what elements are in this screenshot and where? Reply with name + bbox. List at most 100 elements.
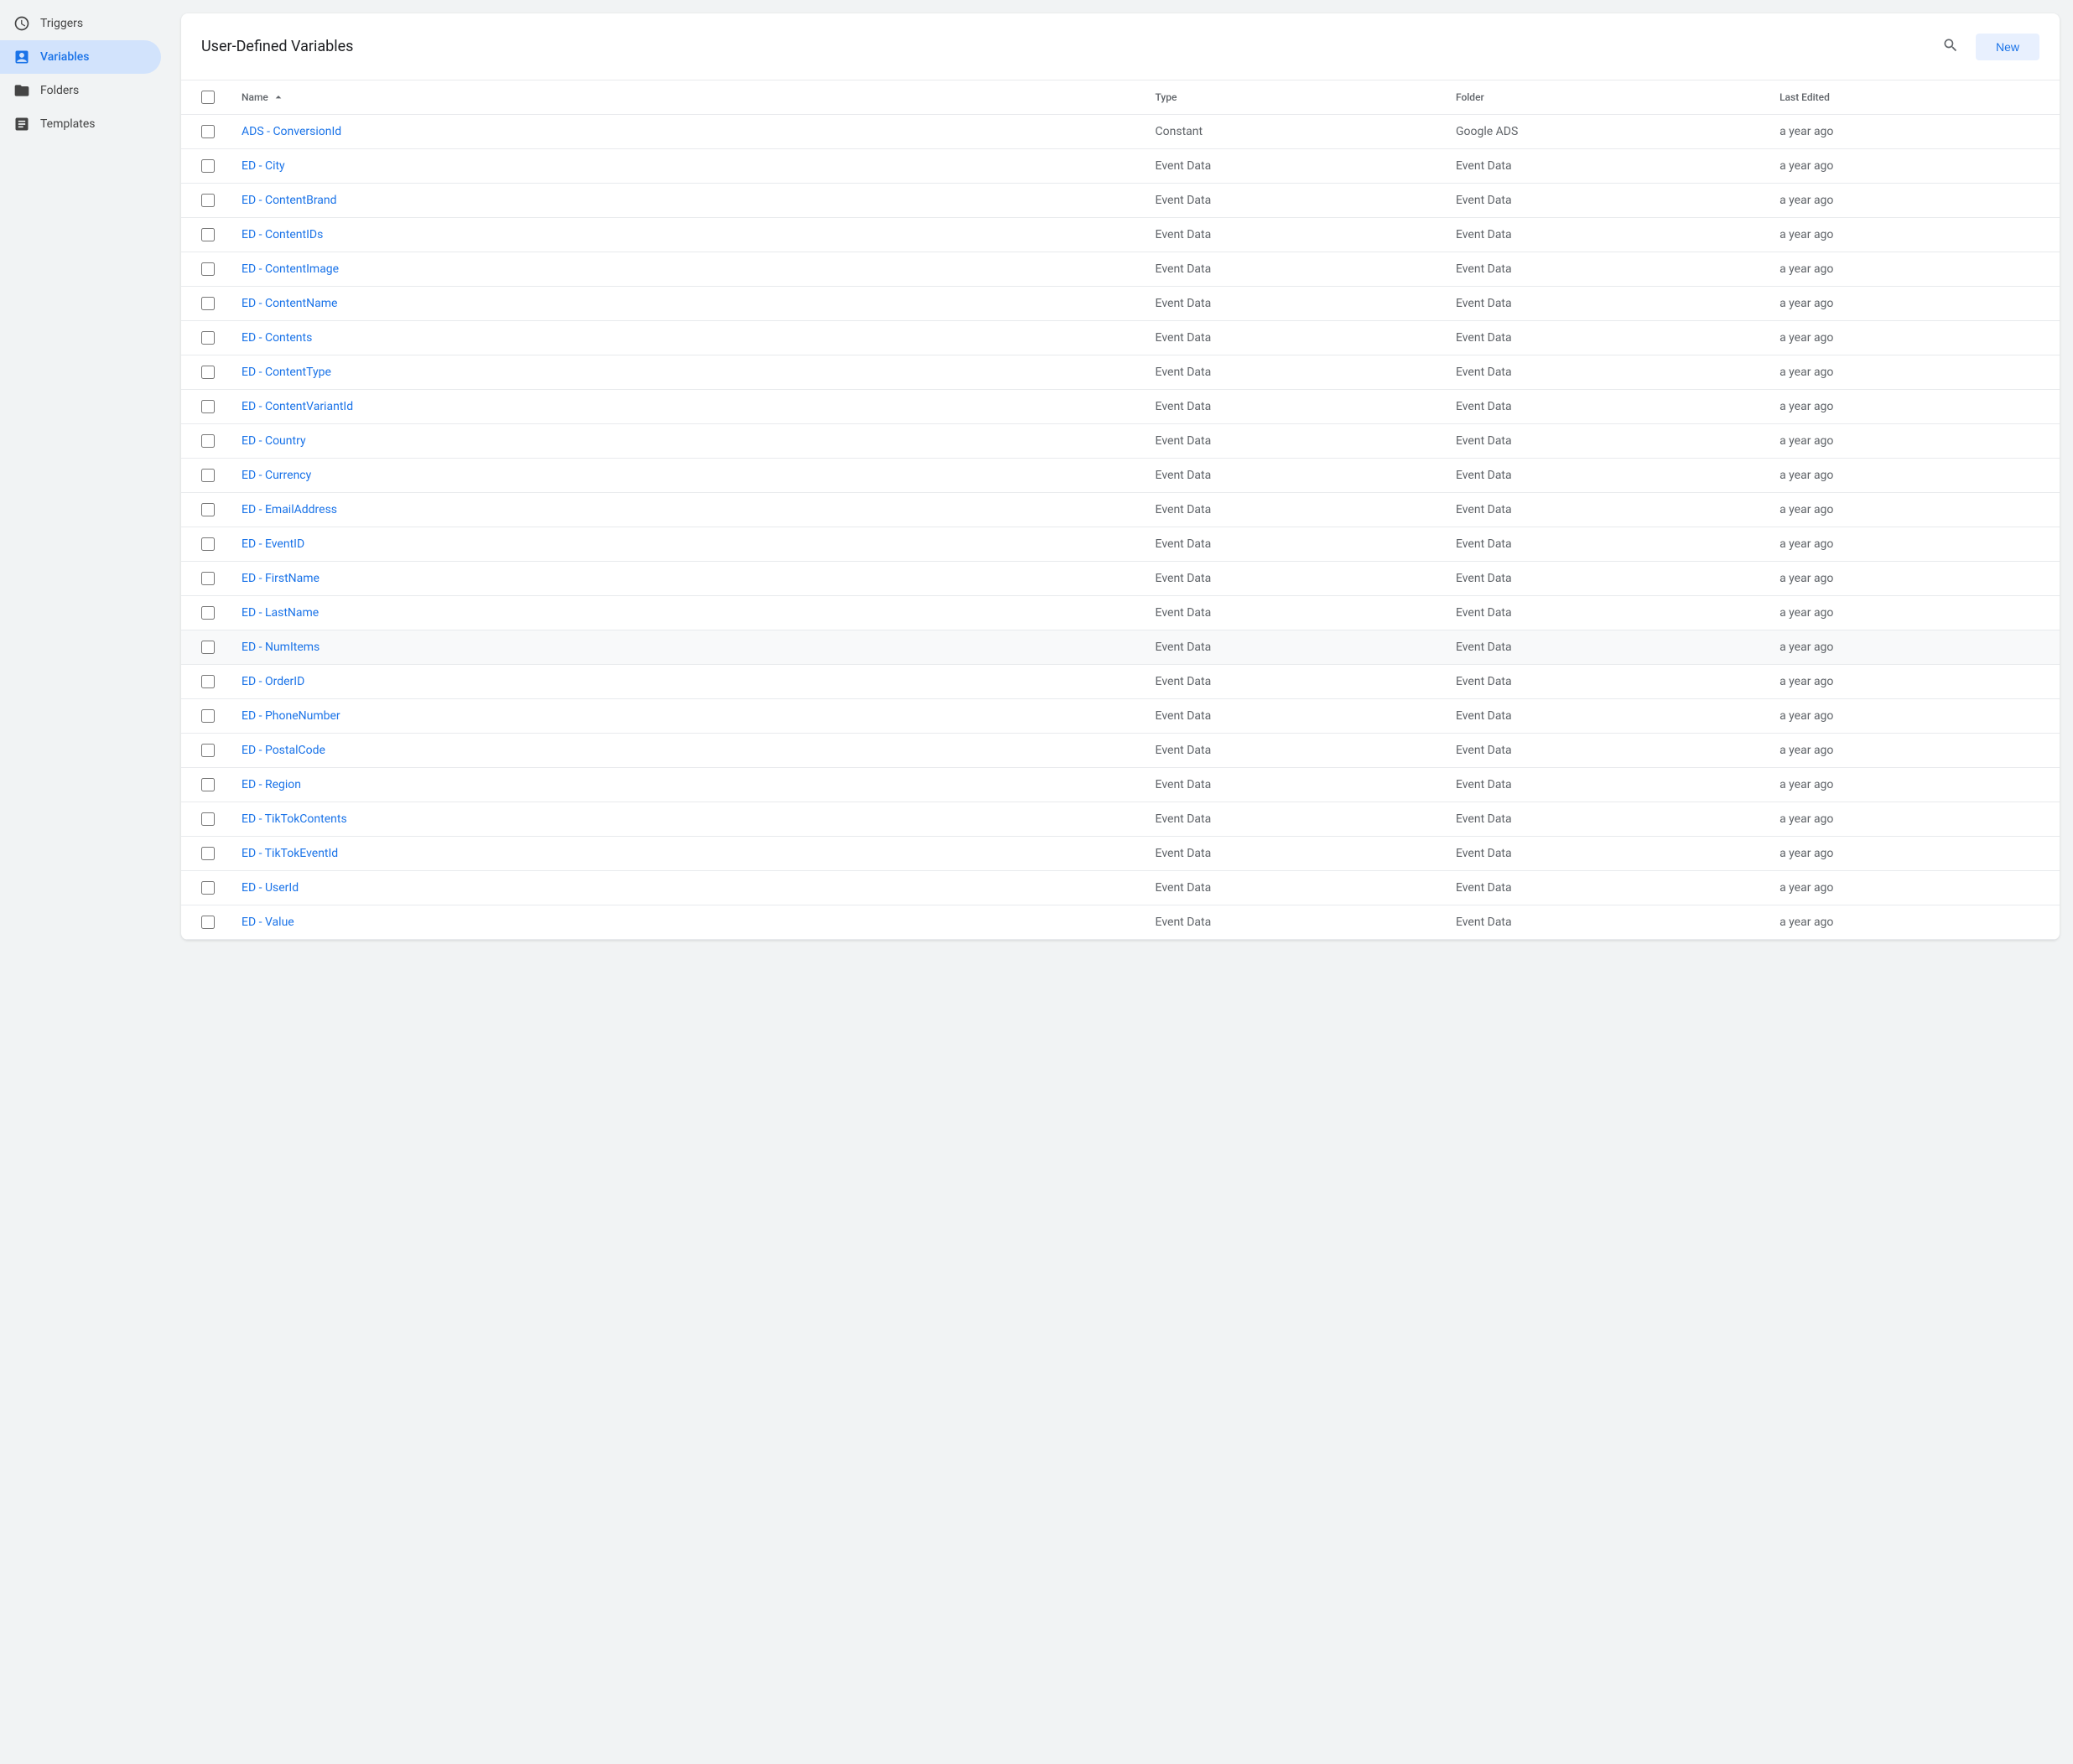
- row-checkbox-cell[interactable]: [181, 734, 228, 768]
- row-checkbox[interactable]: [201, 297, 215, 310]
- row-checkbox-cell[interactable]: [181, 115, 228, 149]
- row-checkbox-cell[interactable]: [181, 699, 228, 734]
- row-checkbox-cell[interactable]: [181, 321, 228, 355]
- variable-link[interactable]: ED - Value: [242, 916, 294, 929]
- row-checkbox[interactable]: [201, 469, 215, 482]
- row-checkbox[interactable]: [201, 503, 215, 516]
- row-checkbox[interactable]: [201, 847, 215, 860]
- row-checkbox-cell[interactable]: [181, 149, 228, 184]
- variable-link[interactable]: ED - EventID: [242, 537, 304, 551]
- row-checkbox[interactable]: [201, 709, 215, 723]
- row-checkbox-cell[interactable]: [181, 218, 228, 252]
- sidebar-item-folders-label: Folders: [40, 84, 79, 97]
- select-all-checkbox[interactable]: [201, 91, 215, 104]
- variable-link[interactable]: ED - ContentType: [242, 366, 331, 379]
- variable-link[interactable]: ED - Country: [242, 434, 306, 448]
- variable-link[interactable]: ED - Contents: [242, 331, 312, 345]
- row-checkbox[interactable]: [201, 228, 215, 241]
- row-checkbox-cell[interactable]: [181, 871, 228, 905]
- row-checkbox[interactable]: [201, 400, 215, 413]
- variable-link[interactable]: ED - City: [242, 159, 285, 173]
- variable-link[interactable]: ED - FirstName: [242, 572, 320, 585]
- row-name-cell: ED - PostalCode: [228, 734, 1142, 768]
- row-last-edited-cell: a year ago: [1766, 424, 2060, 459]
- variable-link[interactable]: ED - TikTokContents: [242, 812, 347, 826]
- variable-link[interactable]: ED - PhoneNumber: [242, 709, 340, 723]
- row-checkbox-cell[interactable]: [181, 493, 228, 527]
- row-checkbox[interactable]: [201, 675, 215, 688]
- row-checkbox-cell[interactable]: [181, 184, 228, 218]
- row-checkbox[interactable]: [201, 641, 215, 654]
- variable-link[interactable]: ED - TikTokEventId: [242, 847, 338, 860]
- row-checkbox-cell[interactable]: [181, 905, 228, 940]
- row-name-cell: ED - Region: [228, 768, 1142, 802]
- row-checkbox[interactable]: [201, 194, 215, 207]
- variable-link[interactable]: ED - EmailAddress: [242, 503, 337, 516]
- row-checkbox[interactable]: [201, 744, 215, 757]
- variable-link[interactable]: ED - ContentVariantId: [242, 400, 353, 413]
- row-folder-cell: Event Data: [1442, 459, 1766, 493]
- variable-link[interactable]: ED - ContentName: [242, 297, 337, 310]
- row-checkbox-cell[interactable]: [181, 665, 228, 699]
- variable-link[interactable]: ED - UserId: [242, 881, 299, 895]
- row-type-cell: Event Data: [1142, 905, 1442, 940]
- row-checkbox[interactable]: [201, 159, 215, 173]
- sidebar-item-variables[interactable]: Variables: [0, 40, 161, 74]
- name-column-header[interactable]: Name: [228, 80, 1142, 115]
- row-checkbox-cell[interactable]: [181, 562, 228, 596]
- table-body: ADS - ConversionIdConstantGoogle ADSa ye…: [181, 115, 2060, 940]
- variable-link[interactable]: ED - Region: [242, 778, 301, 791]
- row-last-edited-cell: a year ago: [1766, 562, 2060, 596]
- variable-link[interactable]: ED - NumItems: [242, 641, 320, 654]
- row-name-cell: ED - LastName: [228, 596, 1142, 630]
- row-checkbox[interactable]: [201, 331, 215, 345]
- table-row: ED - CityEvent DataEvent Dataa year ago: [181, 149, 2060, 184]
- row-checkbox-cell[interactable]: [181, 459, 228, 493]
- search-button[interactable]: [1935, 30, 1966, 63]
- row-checkbox-cell[interactable]: [181, 596, 228, 630]
- row-checkbox[interactable]: [201, 881, 215, 895]
- variable-link[interactable]: ED - ContentIDs: [242, 228, 323, 241]
- variable-link[interactable]: ADS - ConversionId: [242, 125, 341, 138]
- row-name-cell: ED - ContentImage: [228, 252, 1142, 287]
- row-checkbox-cell[interactable]: [181, 527, 228, 562]
- sidebar-item-folders[interactable]: Folders: [0, 74, 161, 107]
- row-checkbox[interactable]: [201, 434, 215, 448]
- table-row: ED - ContentNameEvent DataEvent Dataa ye…: [181, 287, 2060, 321]
- row-checkbox[interactable]: [201, 778, 215, 791]
- variable-link[interactable]: ED - PostalCode: [242, 744, 325, 757]
- row-checkbox[interactable]: [201, 916, 215, 929]
- variable-link[interactable]: ED - ContentBrand: [242, 194, 337, 207]
- row-checkbox[interactable]: [201, 812, 215, 826]
- row-checkbox-cell[interactable]: [181, 630, 228, 665]
- variable-link[interactable]: ED - Currency: [242, 469, 311, 482]
- sidebar-item-templates[interactable]: Templates: [0, 107, 161, 141]
- row-checkbox-cell[interactable]: [181, 837, 228, 871]
- row-checkbox-cell[interactable]: [181, 424, 228, 459]
- row-checkbox[interactable]: [201, 366, 215, 379]
- row-checkbox[interactable]: [201, 572, 215, 585]
- new-button[interactable]: New: [1976, 34, 2039, 60]
- sidebar-item-triggers[interactable]: Triggers: [0, 7, 161, 40]
- sidebar-item-variables-label: Variables: [40, 50, 89, 64]
- select-all-header[interactable]: [181, 80, 228, 115]
- row-checkbox-cell[interactable]: [181, 390, 228, 424]
- table-row: ED - LastNameEvent DataEvent Dataa year …: [181, 596, 2060, 630]
- row-checkbox-cell[interactable]: [181, 287, 228, 321]
- row-checkbox[interactable]: [201, 125, 215, 138]
- table-row: ADS - ConversionIdConstantGoogle ADSa ye…: [181, 115, 2060, 149]
- variable-link[interactable]: ED - OrderID: [242, 675, 304, 688]
- row-checkbox[interactable]: [201, 537, 215, 551]
- table-row: ED - ContentImageEvent DataEvent Dataa y…: [181, 252, 2060, 287]
- row-checkbox-cell[interactable]: [181, 802, 228, 837]
- row-checkbox[interactable]: [201, 262, 215, 276]
- row-checkbox-cell[interactable]: [181, 768, 228, 802]
- row-checkbox-cell[interactable]: [181, 355, 228, 390]
- row-type-cell: Event Data: [1142, 768, 1442, 802]
- card-header: User-Defined Variables New: [181, 13, 2060, 80]
- row-checkbox[interactable]: [201, 606, 215, 620]
- row-checkbox-cell[interactable]: [181, 252, 228, 287]
- variable-link[interactable]: ED - LastName: [242, 606, 319, 620]
- variables-table: Name Type Folder Last Edited ADS - Conve…: [181, 80, 2060, 940]
- variable-link[interactable]: ED - ContentImage: [242, 262, 339, 276]
